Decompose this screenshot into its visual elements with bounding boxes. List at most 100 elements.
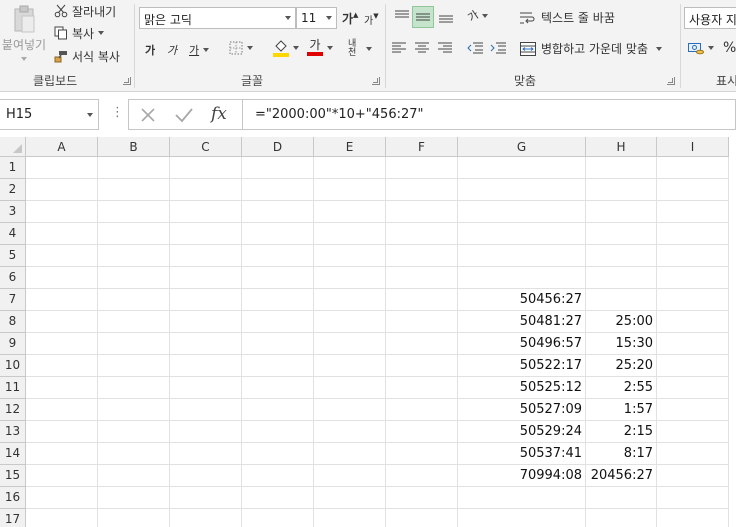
cell-g5[interactable] [458,245,586,267]
cell-b4[interactable] [98,223,170,245]
paste-button[interactable]: 붙여넣기 [0,2,48,66]
row-header-6[interactable]: 6 [0,267,26,289]
cell-a15[interactable] [26,465,98,487]
cell-g2[interactable] [458,179,586,201]
insert-function-button[interactable]: fx [211,104,227,124]
cell-b13[interactable] [98,421,170,443]
cell-i4[interactable] [657,223,729,245]
cell-i12[interactable] [657,399,729,421]
row-header-17[interactable]: 17 [0,509,26,527]
cell-b12[interactable] [98,399,170,421]
cell-f6[interactable] [386,267,458,289]
cell-h9[interactable]: 15:30 [586,333,657,355]
align-middle-button[interactable] [412,6,434,28]
cell-a12[interactable] [26,399,98,421]
phonetic-button[interactable]: 내천 [348,40,372,58]
cell-i17[interactable] [657,509,729,527]
cell-d10[interactable] [242,355,314,377]
cell-d8[interactable] [242,311,314,333]
cell-h11[interactable]: 2:55 [586,377,657,399]
cell-h3[interactable] [586,201,657,223]
cell-d6[interactable] [242,267,314,289]
cell-d4[interactable] [242,223,314,245]
align-center-button[interactable] [415,42,429,54]
cell-g17[interactable] [458,509,586,527]
cell-d13[interactable] [242,421,314,443]
cell-e10[interactable] [314,355,386,377]
row-header-11[interactable]: 11 [0,377,26,399]
cell-b17[interactable] [98,509,170,527]
row-header-12[interactable]: 12 [0,399,26,421]
underline-button[interactable]: 가 [189,42,210,58]
cell-a11[interactable] [26,377,98,399]
cell-c17[interactable] [170,509,242,527]
cell-e4[interactable] [314,223,386,245]
cell-i15[interactable] [657,465,729,487]
cell-i6[interactable] [657,267,729,289]
cell-h7[interactable] [586,289,657,311]
cell-g12[interactable]: 50527:09 [458,399,586,421]
font-color-button[interactable]: 가 [307,39,333,56]
enter-check-icon[interactable] [175,107,193,123]
cell-c16[interactable] [170,487,242,509]
cell-a14[interactable] [26,443,98,465]
cell-c4[interactable] [170,223,242,245]
cell-f16[interactable] [386,487,458,509]
cell-d7[interactable] [242,289,314,311]
cell-f1[interactable] [386,157,458,179]
cell-a13[interactable] [26,421,98,443]
cell-b3[interactable] [98,201,170,223]
cell-f7[interactable] [386,289,458,311]
cell-b10[interactable] [98,355,170,377]
cell-c6[interactable] [170,267,242,289]
cell-a1[interactable] [26,157,98,179]
clipboard-launcher-icon[interactable] [123,77,131,85]
cell-c12[interactable] [170,399,242,421]
orientation-dropdown-icon[interactable] [482,14,489,18]
cell-a2[interactable] [26,179,98,201]
increase-indent-button[interactable] [490,42,506,54]
row-header-8[interactable]: 8 [0,311,26,333]
select-all-button[interactable] [0,137,26,157]
cell-c2[interactable] [170,179,242,201]
cell-b9[interactable] [98,333,170,355]
column-header-g[interactable]: G [458,137,586,157]
cell-i5[interactable] [657,245,729,267]
cell-e1[interactable] [314,157,386,179]
cell-f5[interactable] [386,245,458,267]
cell-b6[interactable] [98,267,170,289]
cell-d5[interactable] [242,245,314,267]
column-header-b[interactable]: B [98,137,170,157]
cell-f14[interactable] [386,443,458,465]
cell-b1[interactable] [98,157,170,179]
cell-c8[interactable] [170,311,242,333]
cell-d14[interactable] [242,443,314,465]
row-header-2[interactable]: 2 [0,179,26,201]
cell-e2[interactable] [314,179,386,201]
cell-d9[interactable] [242,333,314,355]
cell-c10[interactable] [170,355,242,377]
cell-f17[interactable] [386,509,458,527]
cell-e5[interactable] [314,245,386,267]
cell-e14[interactable] [314,443,386,465]
align-right-button[interactable] [438,42,452,54]
column-header-c[interactable]: C [170,137,242,157]
cell-i2[interactable] [657,179,729,201]
merge-center-dropdown-icon[interactable] [656,46,662,51]
cell-c1[interactable] [170,157,242,179]
row-header-9[interactable]: 9 [0,333,26,355]
cell-d11[interactable] [242,377,314,399]
orientation-button[interactable]: 가 [465,8,489,25]
row-header-7[interactable]: 7 [0,289,26,311]
cell-g4[interactable] [458,223,586,245]
cell-a8[interactable] [26,311,98,333]
cell-h6[interactable] [586,267,657,289]
copy-button[interactable]: 복사 [54,24,105,42]
cell-h14[interactable]: 8:17 [586,443,657,465]
cell-h10[interactable]: 25:20 [586,355,657,377]
cell-f12[interactable] [386,399,458,421]
cell-g1[interactable] [458,157,586,179]
cell-e7[interactable] [314,289,386,311]
cell-i3[interactable] [657,201,729,223]
cell-h15[interactable]: 20456:27 [586,465,657,487]
